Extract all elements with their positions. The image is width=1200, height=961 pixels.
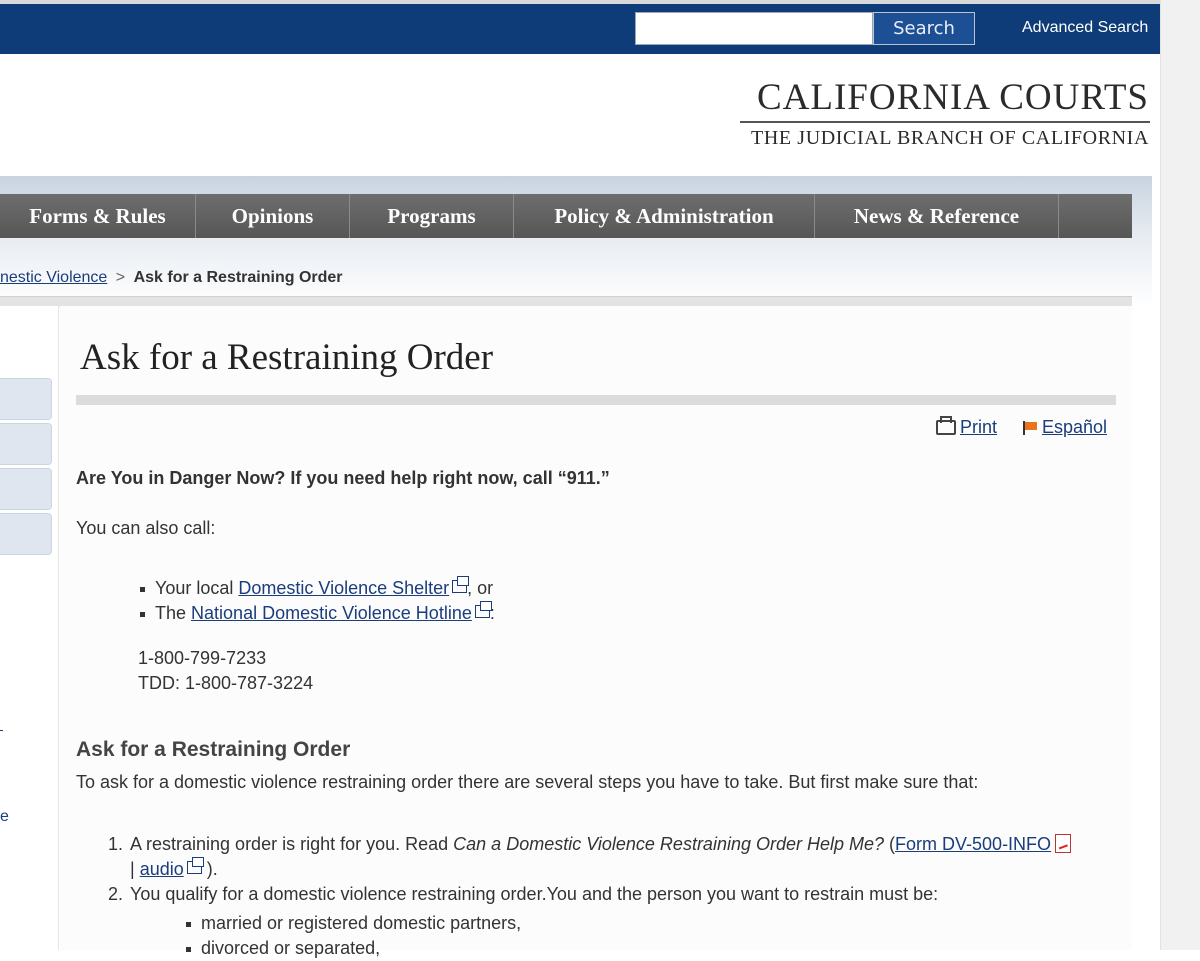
- title-rule: [76, 395, 1116, 405]
- espanol-link-label[interactable]: Español: [1042, 417, 1107, 438]
- hotline-phone: 1-800-799-7233: [138, 648, 267, 668]
- step-text: You qualify for a domestic violence rest…: [130, 884, 939, 904]
- domestic-violence-shelter-link[interactable]: Domestic Violence Shelter: [238, 578, 449, 598]
- search-button[interactable]: Search: [873, 12, 975, 45]
- breadcrumb: nestic Violence > Ask for a Restraining …: [0, 269, 343, 287]
- step-publication-title: Can a Domestic Violence Restraining Orde…: [453, 834, 885, 854]
- site-subtitle: THE JUDICIAL BRANCH OF CALIFORNIA: [751, 127, 1149, 149]
- list-item-text: Your local: [155, 578, 239, 598]
- main-nav: Forms & Rules Opinions Programs Policy &…: [0, 194, 1132, 238]
- espanol-link[interactable]: Español: [1022, 417, 1107, 438]
- printer-icon: [936, 416, 956, 435]
- pdf-icon: [1055, 834, 1072, 853]
- step-text: A restraining order is right for you. Re…: [130, 834, 454, 854]
- call-list: Your local Domestic Violence Shelter , or…: [138, 576, 495, 626]
- external-link-icon: [186, 857, 204, 874]
- qualification-list: married or registered domestic partners,…: [184, 911, 1118, 961]
- search-input[interactable]: [635, 12, 873, 45]
- rail-tab[interactable]: [0, 513, 52, 555]
- left-edge-link-fragment[interactable]: [0, 718, 3, 731]
- external-link-icon: [474, 601, 492, 618]
- rail-tab[interactable]: [0, 423, 52, 465]
- right-gutter: [1160, 0, 1200, 950]
- print-link[interactable]: Print: [936, 416, 997, 438]
- external-link-icon: [452, 576, 470, 593]
- left-edge-text-fragment[interactable]: e: [0, 808, 9, 826]
- flag-icon: [1022, 421, 1038, 435]
- nav-item-forms-rules[interactable]: Forms & Rules: [0, 194, 196, 238]
- audio-link[interactable]: audio: [140, 859, 184, 879]
- rail-tab[interactable]: [0, 468, 52, 510]
- nav-item-programs[interactable]: Programs: [350, 194, 514, 238]
- top-bar: [0, 4, 1160, 54]
- step-text: (: [884, 834, 896, 854]
- list-item-text: , or: [467, 578, 494, 598]
- list-item: married or registered domestic partners,: [184, 911, 1118, 936]
- step-number: 1.: [108, 834, 124, 854]
- print-link-label[interactable]: Print: [960, 417, 997, 438]
- step-text: |: [130, 859, 140, 879]
- step-item: 1. A restraining order is right for you.…: [108, 832, 1118, 882]
- breadcrumb-parent-link[interactable]: nestic Violence: [0, 269, 107, 286]
- form-dv-500-info-link[interactable]: Form DV-500-INFO: [895, 834, 1051, 854]
- nav-item-news-reference[interactable]: News & Reference: [815, 194, 1059, 238]
- steps-list: 1. A restraining order is right for you.…: [108, 832, 1118, 961]
- intro-text: To ask for a domestic violence restraini…: [76, 772, 979, 792]
- breadcrumb-current: Ask for a Restraining Order: [133, 269, 343, 286]
- list-item-text: married or registered domestic partners,: [201, 913, 522, 933]
- list-item: divorced or separated,: [184, 936, 1118, 961]
- breadcrumb-separator: >: [115, 269, 126, 286]
- nav-item-opinions[interactable]: Opinions: [196, 194, 350, 238]
- also-call-text: You can also call:: [76, 518, 216, 538]
- list-item-text: divorced or separated,: [201, 938, 381, 958]
- list-item-text: The: [155, 603, 192, 623]
- hotline-tdd: TDD: 1-800-787-3224: [138, 673, 314, 693]
- list-item: Your local Domestic Violence Shelter , or: [138, 576, 495, 601]
- section-heading: Ask for a Restraining Order: [76, 738, 351, 761]
- site-title[interactable]: CALIFORNIA COURTS: [757, 76, 1149, 119]
- step-text: ).: [201, 859, 218, 879]
- rail-tab[interactable]: [0, 378, 52, 420]
- page-title: Ask for a Restraining Order: [80, 337, 494, 378]
- step-number: 2.: [108, 884, 124, 904]
- national-hotline-link[interactable]: National Domestic Violence Hotline: [191, 603, 472, 623]
- list-item: The National Domestic Violence Hotline:: [138, 601, 495, 626]
- danger-notice: Are You in Danger Now? If you need help …: [76, 468, 610, 488]
- nav-item-policy-administration[interactable]: Policy & Administration: [514, 194, 815, 238]
- advanced-search-link[interactable]: Advanced Search: [1022, 19, 1148, 37]
- site-title-rule: [740, 121, 1150, 123]
- step-item: 2. You qualify for a domestic violence r…: [108, 882, 1118, 961]
